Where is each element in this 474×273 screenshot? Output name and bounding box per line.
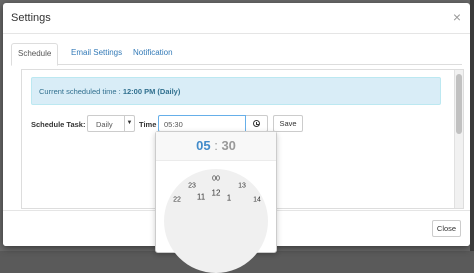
tab-schedule[interactable]: Schedule: [11, 43, 59, 66]
dial-tick[interactable]: 1: [227, 194, 231, 203]
modal-title: Settings: [11, 12, 51, 24]
schedule-task-label: Schedule Task:: [31, 120, 86, 129]
alert-prefix: Current scheduled time :: [39, 87, 121, 96]
dial-tick[interactable]: 00: [212, 176, 220, 183]
dial-tick[interactable]: 23: [188, 183, 196, 190]
dial-tick[interactable]: 12: [212, 189, 221, 198]
scrollbar-thumb[interactable]: [456, 74, 462, 134]
clockpicker-separator: :: [214, 138, 218, 153]
alert-value: 12:00 PM (Daily): [122, 87, 181, 96]
scheduled-time-alert: Current scheduled time : 12:00 PM (Daily…: [31, 77, 441, 105]
close-icon[interactable]: ×: [453, 10, 461, 24]
chevron-down-icon: ▼: [124, 116, 134, 131]
dial-tick[interactable]: 13: [238, 183, 246, 190]
tab-bar: Schedule Email Settings Notification: [11, 43, 462, 66]
dial-tick[interactable]: 11: [197, 193, 205, 202]
time-input-value: 05:30: [164, 120, 183, 129]
modal-header: Settings ×: [3, 3, 470, 34]
close-button[interactable]: Close: [432, 220, 461, 237]
tab-email-settings[interactable]: Email Settings: [65, 43, 128, 63]
clockpicker-popover: 05 : 30 00 13 14 23 22 12 11 1: [155, 131, 277, 273]
schedule-select[interactable]: Daily ▼: [87, 115, 135, 132]
window-edge: [470, 0, 474, 251]
clock-button[interactable]: [246, 115, 268, 132]
tab-notification[interactable]: Notification: [127, 43, 179, 63]
clockpicker-hours[interactable]: 05: [196, 138, 210, 153]
dial-tick[interactable]: 14: [253, 197, 261, 204]
clockpicker-dial[interactable]: 00 13 14 23 22 12 11 1: [164, 169, 268, 273]
pane-scrollbar[interactable]: [454, 70, 463, 208]
save-button[interactable]: Save: [273, 115, 303, 132]
clock-icon: [253, 120, 260, 127]
clockpicker-header: 05 : 30: [156, 132, 276, 161]
time-input[interactable]: 05:30: [158, 115, 246, 132]
schedule-select-value: Daily: [96, 120, 113, 129]
clockpicker-minutes[interactable]: 30: [221, 138, 235, 153]
time-label: Time: [139, 120, 157, 129]
dial-tick[interactable]: 22: [173, 197, 181, 204]
